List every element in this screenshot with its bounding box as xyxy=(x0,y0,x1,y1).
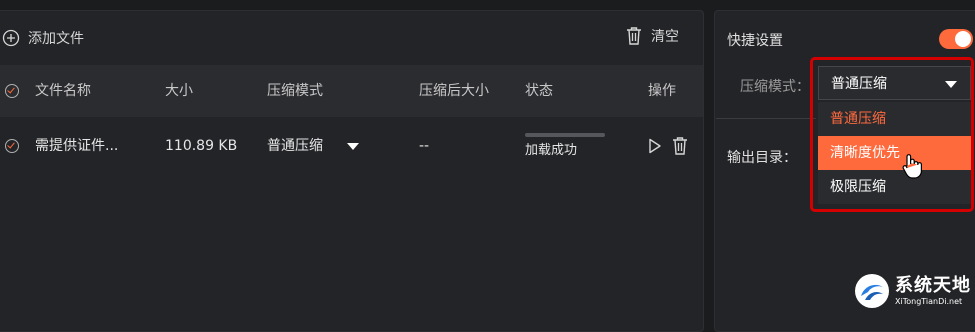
row-file-name: 需提供证件... xyxy=(35,138,119,154)
watermark-text: 系统天地 XiTongTianDi.net xyxy=(895,275,971,307)
row-compressed-size: -- xyxy=(419,138,430,154)
header-status: 状态 xyxy=(525,83,553,99)
compress-mode-select[interactable]: 普通压缩 xyxy=(818,66,971,100)
row-size: 110.89 KB xyxy=(165,138,238,154)
watermark-url: XiTongTianDi.net xyxy=(895,296,963,306)
table-header: 文件名称 大小 压缩模式 压缩后大小 状态 操作 xyxy=(0,65,703,117)
play-icon[interactable] xyxy=(648,138,662,154)
header-file-name: 文件名称 xyxy=(35,83,91,99)
watermark: 系统天地 XiTongTianDi.net xyxy=(853,268,975,313)
row-mode-select[interactable]: 普通压缩 xyxy=(267,118,323,174)
output-dir-label: 输出目录： xyxy=(727,150,797,166)
watermark-name: 系统天地 xyxy=(895,274,971,296)
table-row: 需提供证件... 110.89 KB 普通压缩 -- 加载成功 xyxy=(0,118,703,174)
option-normal[interactable]: 普通压缩 xyxy=(818,102,971,136)
add-circle-icon xyxy=(2,29,20,47)
row-mode-value: 普通压缩 xyxy=(267,138,323,154)
compress-mode-value: 普通压缩 xyxy=(831,76,887,92)
quick-settings-title: 快捷设置 xyxy=(727,33,783,49)
row-status: 加载成功 xyxy=(525,143,578,158)
chevron-down-icon xyxy=(945,81,957,88)
divider xyxy=(716,118,816,119)
toggle-knob xyxy=(955,31,971,47)
clear-label: 清空 xyxy=(651,29,679,45)
hand-cursor-icon xyxy=(901,152,923,180)
header-compress-mode: 压缩模式 xyxy=(267,83,323,99)
delete-row-icon[interactable] xyxy=(671,136,689,156)
add-file-button[interactable]: 添加文件 xyxy=(2,28,84,48)
compress-mode-label: 压缩模式： xyxy=(740,79,810,95)
quick-settings-toggle[interactable] xyxy=(939,29,973,49)
compress-mode-dropdown: 普通压缩 清晰度优先 极限压缩 xyxy=(818,102,971,204)
row-mode-dropdown-icon[interactable] xyxy=(347,143,359,150)
option-clarity-first[interactable]: 清晰度优先 xyxy=(818,136,971,170)
watermark-logo-icon xyxy=(853,272,891,310)
header-actions: 操作 xyxy=(648,83,676,99)
option-extreme[interactable]: 极限压缩 xyxy=(818,170,971,204)
trash-icon xyxy=(625,26,643,46)
row-checkbox[interactable] xyxy=(5,139,19,153)
header-size: 大小 xyxy=(165,83,193,99)
clear-button[interactable]: 清空 xyxy=(625,26,679,46)
header-compressed-size: 压缩后大小 xyxy=(419,83,489,99)
add-file-label: 添加文件 xyxy=(28,31,84,47)
select-all-checkbox[interactable] xyxy=(5,84,19,98)
